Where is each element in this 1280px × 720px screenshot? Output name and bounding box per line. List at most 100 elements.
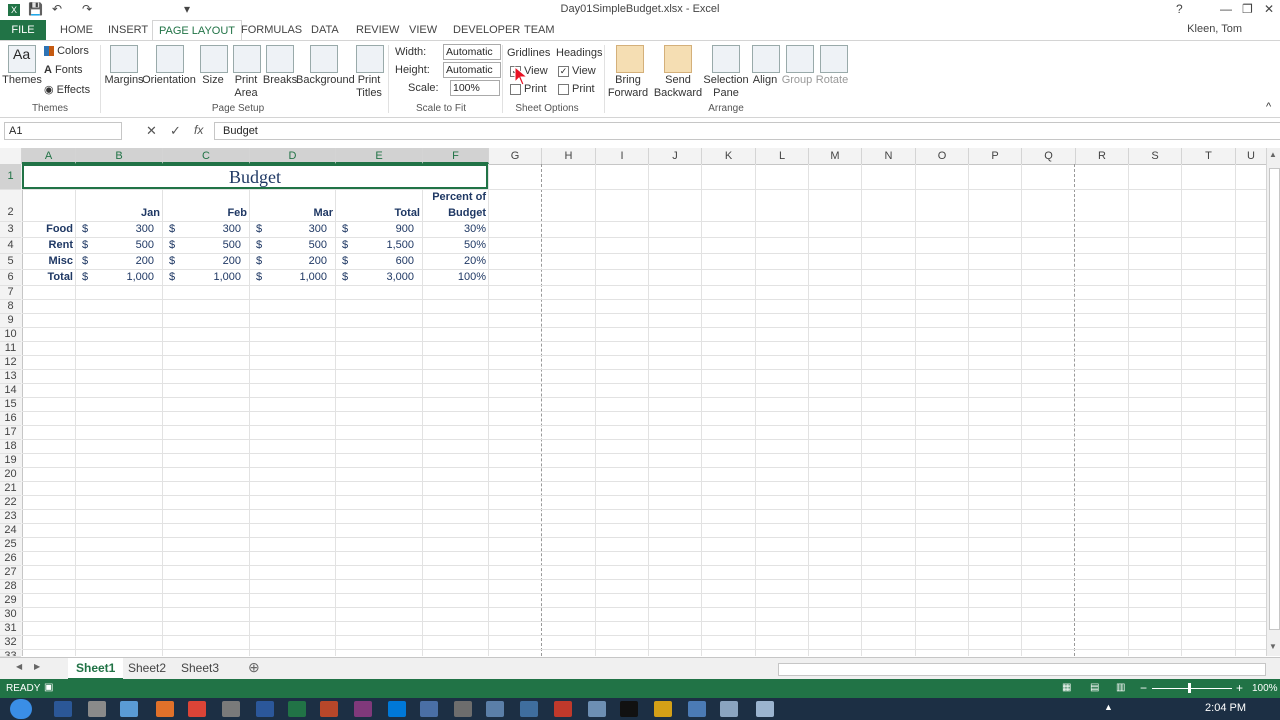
insert-function-icon[interactable]: fx [194,123,203,137]
row-header[interactable]: 2 [0,190,21,222]
headings-view-checkbox[interactable]: ✓ [558,66,569,77]
tray-expand-icon[interactable]: ▲ [1104,702,1113,712]
row-header[interactable]: 5 [0,254,21,270]
worksheet-grid[interactable]: Budget Jan Feb Mar Total Percent of Budg… [22,164,1266,656]
cell-d2[interactable]: Mar [252,207,333,219]
row-header[interactable]: 26 [0,552,21,566]
app-icon[interactable] [654,701,672,717]
row-header[interactable]: 4 [0,238,21,254]
app-icon[interactable] [720,701,738,717]
cell-row-label[interactable]: Rent [22,239,73,251]
row-header[interactable]: 1 [0,164,21,190]
cell-value[interactable]: 1,000 [179,271,241,283]
cell-b2[interactable]: Jan [78,207,160,219]
sheet-tab-2[interactable]: Sheet2 [120,658,174,678]
tab-insert[interactable]: INSERT [108,20,148,40]
rotate-button[interactable]: Rotate [814,74,850,87]
tab-team[interactable]: TEAM [524,20,555,40]
themes-button[interactable]: Themes [2,74,42,87]
cell-value[interactable]: 1,000 [92,271,154,283]
column-header-r[interactable]: R [1076,148,1129,164]
group-button[interactable]: Group [780,74,814,87]
page-break-preview-icon[interactable]: ▥ [1116,682,1125,693]
cell-percent[interactable]: 50% [425,239,486,251]
row-header[interactable]: 18 [0,440,21,454]
column-header-q[interactable]: Q [1022,148,1076,164]
print-area-button[interactable]: Print Area [228,74,264,100]
macro-record-icon[interactable]: ▣ [44,682,53,693]
outlook-icon[interactable] [54,701,72,717]
column-header-i[interactable]: I [596,148,649,164]
column-header-c[interactable]: C [163,148,250,164]
print-titles-button[interactable]: Print Titles [352,74,386,100]
column-header-f[interactable]: F [423,148,489,164]
tab-formulas[interactable]: FORMULAS [241,20,302,40]
app-icon[interactable] [554,701,572,717]
scale-spinner[interactable]: 100% [450,80,500,96]
column-header-u[interactable]: U [1236,148,1267,164]
app-icon[interactable] [520,701,538,717]
size-button[interactable]: Size [198,74,228,87]
app-icon[interactable] [486,701,504,717]
tab-file[interactable]: FILE [0,20,46,40]
formula-input[interactable]: Budget [214,122,1280,140]
cell-row-label[interactable]: Food [22,223,73,235]
column-header-d[interactable]: D [250,148,336,164]
page-layout-view-icon[interactable]: ▤ [1090,682,1099,693]
app-icon[interactable] [688,701,706,717]
column-header-h[interactable]: H [542,148,596,164]
powerpoint-icon[interactable] [320,701,338,717]
row-header[interactable]: 12 [0,356,21,370]
cell-value[interactable]: 300 [179,223,241,235]
fonts-button[interactable]: A Fonts [44,64,83,76]
vertical-scrollbar[interactable]: ▲ ▼ [1266,148,1280,656]
app-icon[interactable] [454,701,472,717]
new-sheet-icon[interactable]: ⊕ [248,659,260,676]
cell-value[interactable]: 500 [179,239,241,251]
selection-pane-button[interactable]: Selection Pane [702,74,750,100]
explorer-icon[interactable] [88,701,106,717]
row-header[interactable]: 16 [0,412,21,426]
cell-value[interactable]: 600 [352,255,414,267]
close-button[interactable]: ✕ [1264,2,1274,16]
colors-button[interactable]: Colors [44,45,89,57]
app-icon[interactable] [756,701,774,717]
help-button[interactable]: ? [1176,2,1183,16]
user-name[interactable]: Kleen, Tom [1187,23,1242,35]
word-icon[interactable] [256,701,274,717]
cmd-icon[interactable] [620,701,638,717]
column-header-j[interactable]: J [649,148,702,164]
breaks-button[interactable]: Breaks [262,74,298,87]
column-header-o[interactable]: O [916,148,969,164]
sheet-tab-3[interactable]: Sheet3 [173,658,227,678]
normal-view-icon[interactable]: ▦ [1062,682,1071,693]
row-header[interactable]: 19 [0,454,21,468]
cell-f2-line-1[interactable]: Percent of [425,191,486,203]
zoom-slider[interactable] [1152,688,1232,689]
column-header-k[interactable]: K [702,148,756,164]
excel-taskbar-icon[interactable] [288,701,306,717]
column-header-g[interactable]: G [489,148,542,164]
cell-percent[interactable]: 30% [425,223,486,235]
row-header[interactable]: 24 [0,524,21,538]
tab-home[interactable]: HOME [60,20,93,40]
zoom-level[interactable]: 100% [1252,683,1278,694]
name-box[interactable]: A1 [4,122,122,140]
column-header-n[interactable]: N [862,148,916,164]
column-header-m[interactable]: M [809,148,862,164]
row-header[interactable]: 7 [0,286,21,300]
cell-f2-line-2[interactable]: Budget [425,207,486,219]
row-header[interactable]: 9 [0,314,21,328]
zoom-out-icon[interactable]: − [1140,681,1147,695]
row-header[interactable]: 3 [0,222,21,238]
cell-value[interactable]: 3,000 [352,271,414,283]
margins-button[interactable]: Margins [104,74,144,87]
bring-forward-button[interactable]: Bring Forward [604,74,652,100]
row-header[interactable]: 14 [0,384,21,398]
row-header[interactable]: 27 [0,566,21,580]
cell-percent[interactable]: 100% [425,271,486,283]
taskbar-clock[interactable]: 2:04 PM [1205,702,1246,714]
cell-row-label[interactable]: Total [22,271,73,283]
row-header[interactable]: 28 [0,580,21,594]
tab-view[interactable]: VIEW [409,20,437,40]
